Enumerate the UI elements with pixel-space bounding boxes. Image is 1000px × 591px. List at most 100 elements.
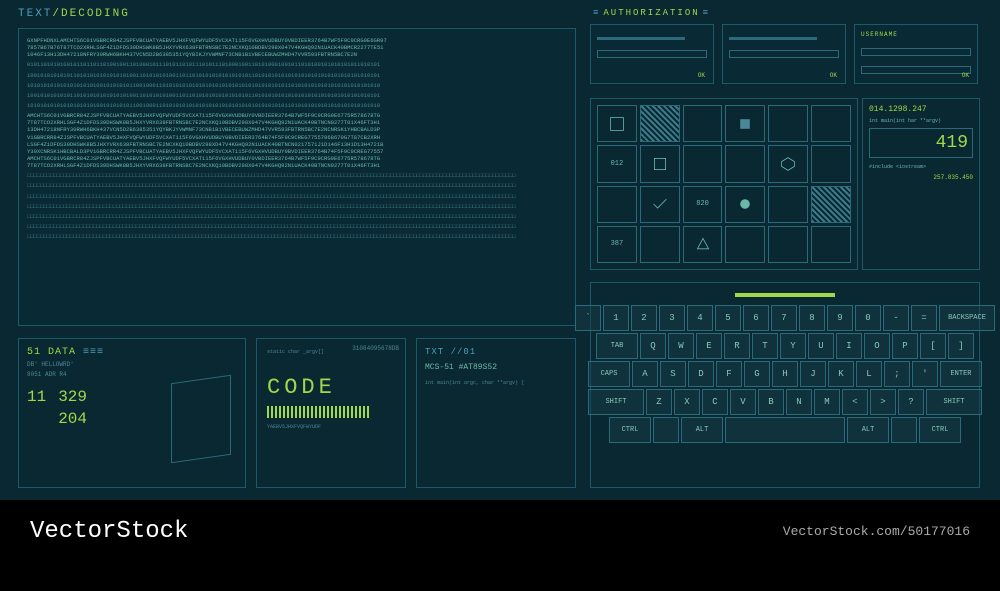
key[interactable]: 1 xyxy=(603,305,629,331)
key[interactable]: 2 xyxy=(631,305,657,331)
key[interactable]: H xyxy=(772,361,798,387)
key-ctrl[interactable]: CTRL xyxy=(919,417,961,443)
key-space[interactable] xyxy=(725,417,845,443)
key[interactable]: K xyxy=(828,361,854,387)
code-panel: 31084095678DB static char _argv[] CODE Y… xyxy=(256,338,406,488)
grid-cell[interactable] xyxy=(811,105,851,142)
key[interactable]: 5 xyxy=(715,305,741,331)
key[interactable]: 0 xyxy=(855,305,881,331)
key-enter[interactable]: ENTER xyxy=(940,361,982,387)
key[interactable]: 3 xyxy=(659,305,685,331)
key[interactable]: [ xyxy=(920,333,946,359)
grid-cell[interactable] xyxy=(811,145,851,182)
key[interactable]: Z xyxy=(646,389,672,415)
key-shift[interactable]: SHIFT xyxy=(588,389,644,415)
key-alt[interactable]: ALT xyxy=(847,417,889,443)
key[interactable]: M xyxy=(814,389,840,415)
key-tab[interactable]: TAB xyxy=(596,333,638,359)
key[interactable]: S xyxy=(660,361,686,387)
grid-cell[interactable]: 387 xyxy=(597,226,637,263)
grid-cell[interactable] xyxy=(683,226,723,263)
grid-cell[interactable] xyxy=(640,105,680,142)
key[interactable]: 4 xyxy=(687,305,713,331)
key[interactable]: D xyxy=(688,361,714,387)
key[interactable]: > xyxy=(870,389,896,415)
data-panel: 51 DATA ≡≡≡ DB' HELLOWRD' 8051 ADR R4 11… xyxy=(18,338,246,488)
grid-cell[interactable] xyxy=(768,186,808,223)
key[interactable]: = xyxy=(911,305,937,331)
header-title: TEXT/DECODING xyxy=(18,8,130,20)
key[interactable]: ? xyxy=(898,389,924,415)
icon-grid: 012 820 387 xyxy=(590,98,858,270)
side-panel: 014.1298.247 int main(int har **argv) MO… xyxy=(862,98,980,270)
grid-cell[interactable] xyxy=(640,186,680,223)
key[interactable]: Q xyxy=(640,333,666,359)
key[interactable]: ] xyxy=(948,333,974,359)
key[interactable]: V xyxy=(730,389,756,415)
auth-title: AUTHORIZATION xyxy=(590,8,713,18)
grid-cell[interactable] xyxy=(683,105,723,142)
grid-cell[interactable] xyxy=(725,186,765,223)
key[interactable]: Y xyxy=(780,333,806,359)
grid-cell[interactable] xyxy=(597,186,637,223)
key-space[interactable] xyxy=(653,417,679,443)
key[interactable]: ` xyxy=(575,305,601,331)
big-number: 419 xyxy=(869,128,973,158)
grid-cell[interactable] xyxy=(683,145,723,182)
key-space[interactable] xyxy=(891,417,917,443)
keyboard-panel: `1234567890-=BACKSPACETABQWERTYUIOP[]CAP… xyxy=(590,282,980,488)
key[interactable]: E xyxy=(696,333,722,359)
grid-cell[interactable] xyxy=(597,105,637,142)
device-icon xyxy=(171,375,231,463)
auth-box-1[interactable]: OK xyxy=(590,24,714,84)
key-alt[interactable]: ALT xyxy=(681,417,723,443)
key[interactable]: N xyxy=(786,389,812,415)
key[interactable]: P xyxy=(892,333,918,359)
key[interactable]: 8 xyxy=(799,305,825,331)
key[interactable]: I xyxy=(836,333,862,359)
key[interactable]: X xyxy=(674,389,700,415)
key[interactable]: C xyxy=(702,389,728,415)
key-ctrl[interactable]: CTRL xyxy=(609,417,651,443)
grid-cell[interactable] xyxy=(640,145,680,182)
key[interactable]: O xyxy=(864,333,890,359)
key[interactable]: B xyxy=(758,389,784,415)
grid-cell[interactable] xyxy=(768,226,808,263)
barcode-icon xyxy=(267,406,369,418)
auth-box-username[interactable]: USERNAMEOK xyxy=(854,24,978,84)
grid-cell[interactable] xyxy=(725,105,765,142)
key[interactable]: - xyxy=(883,305,909,331)
key[interactable]: G xyxy=(744,361,770,387)
key[interactable]: U xyxy=(808,333,834,359)
auth-box-2[interactable]: OK xyxy=(722,24,846,84)
key-caps[interactable]: CAPS xyxy=(588,361,630,387)
key[interactable]: R xyxy=(724,333,750,359)
grid-cell[interactable] xyxy=(725,145,765,182)
key[interactable]: L xyxy=(856,361,882,387)
grid-cell[interactable] xyxy=(768,105,808,142)
grid-cell[interactable] xyxy=(725,226,765,263)
key[interactable]: A xyxy=(632,361,658,387)
grid-cell[interactable]: 820 xyxy=(683,186,723,223)
grid-cell[interactable] xyxy=(640,226,680,263)
key[interactable]: 7 xyxy=(771,305,797,331)
grid-cell[interactable] xyxy=(768,145,808,182)
key[interactable]: W xyxy=(668,333,694,359)
decode-panel: GXNPFHDNXLAMCHTS6C01VGBRCR84ZJSPFVBCUATY… xyxy=(18,28,576,326)
key[interactable]: ' xyxy=(912,361,938,387)
ip-address: 014.1298.247 xyxy=(869,105,973,114)
key[interactable]: 6 xyxy=(743,305,769,331)
key[interactable]: F xyxy=(716,361,742,387)
grid-cell[interactable] xyxy=(811,186,851,223)
key[interactable]: 9 xyxy=(827,305,853,331)
key[interactable]: T xyxy=(752,333,778,359)
grid-cell[interactable] xyxy=(811,226,851,263)
key[interactable]: J xyxy=(800,361,826,387)
watermark-footer: VectorStock VectorStock.com/50177016 xyxy=(0,500,1000,562)
key-backspace[interactable]: BACKSPACE xyxy=(939,305,995,331)
txt-panel: TXT //01 MCS-51 #AT89S52 int main(int ar… xyxy=(416,338,576,488)
key[interactable]: < xyxy=(842,389,868,415)
key[interactable]: ; xyxy=(884,361,910,387)
grid-cell[interactable]: 012 xyxy=(597,145,637,182)
key-shift[interactable]: SHIFT xyxy=(926,389,982,415)
